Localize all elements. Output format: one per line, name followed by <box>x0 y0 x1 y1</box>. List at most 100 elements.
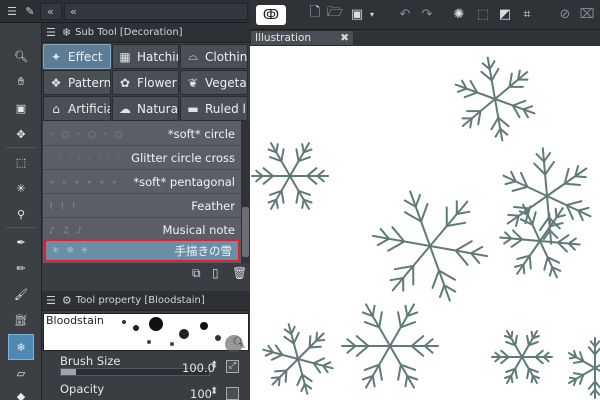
stepper-icon[interactable]: ⬍ <box>210 360 218 371</box>
eraser-icon[interactable]: ▱ <box>10 362 32 384</box>
wrench-icon: ⚙ <box>61 294 72 307</box>
flower-icon: ✿ <box>119 75 131 90</box>
snowflake-icon <box>454 56 536 142</box>
brush-stroke-preview: ♪ ♫ ♪ <box>49 226 85 236</box>
open-folder-icon[interactable]: 🗁 <box>326 5 344 23</box>
snowflake-icon <box>568 337 600 399</box>
trash-icon[interactable]: 🗑︎ <box>232 266 248 282</box>
transform-icon[interactable]: ⬚ <box>474 5 492 23</box>
natural-icon: ☁ <box>119 101 131 116</box>
tool-divider <box>6 147 36 148</box>
scrollbar-thumb[interactable] <box>242 207 249 257</box>
close-icon[interactable]: ✖ <box>340 31 349 45</box>
zoom-icon[interactable]: 🔍︎ <box>232 336 246 349</box>
drawing-canvas[interactable] <box>250 46 600 400</box>
copy-subtool-icon[interactable]: ⧉ <box>192 266 208 282</box>
eyedropper-icon[interactable]: ⚲ <box>10 203 32 225</box>
airbrush-icon[interactable]: ⛽︎ <box>10 309 32 331</box>
collapse-button[interactable]: « <box>40 3 62 20</box>
pressure-settings-icon[interactable]: ⤢ <box>226 360 239 373</box>
brush-item[interactable]: ◦ ○ ◦ ○ ◦ ○ *soft* circle <box>43 123 241 146</box>
panel-menu-icon[interactable]: ☰ <box>46 26 56 39</box>
undo-icon[interactable]: ↶ <box>396 5 414 23</box>
blend-tool-icon[interactable]: ◆ <box>10 385 32 400</box>
brush-item[interactable]: · · · · · · · · Glitter circle cross <box>43 147 241 170</box>
loading-icon[interactable]: ✺ <box>450 5 468 23</box>
tool-column: 🔍︎ ✋︎ ▣ ✥ ⬚ ✳ ⚲ ✒ ✏ 🖌︎ ⛽︎ ❄ ▱ ◆ <box>0 23 42 400</box>
brush-label: *soft* circle <box>167 127 235 141</box>
chevron-down-icon[interactable]: ▾ <box>368 5 376 23</box>
clear-selection-icon[interactable]: ⊘ <box>556 5 574 23</box>
group-ruled-line[interactable]: ▬ Ruled line <box>180 96 248 121</box>
group-clothing[interactable]: ⌓ Clothing <box>180 44 248 69</box>
brush-label: 手描きの雪 <box>174 244 233 258</box>
document-tab[interactable]: Illustration ✖ <box>250 30 354 46</box>
group-label: Pattern <box>68 75 111 90</box>
object-tool-icon[interactable]: ▣ <box>10 97 32 119</box>
subtool-title: Sub Tool [Decoration] <box>75 27 183 38</box>
app-logo-icon[interactable]: ↂ <box>256 5 286 25</box>
group-label: Artificial <box>68 101 110 116</box>
snowflake-icon <box>371 190 489 302</box>
pencil-icon[interactable]: ✏ <box>10 257 32 279</box>
redo-icon[interactable]: ↷ <box>418 5 436 23</box>
crop-icon[interactable]: ⌧ <box>578 5 596 23</box>
selection-tool-icon[interactable]: ⬚ <box>10 151 32 173</box>
vegetation-icon: ❦ <box>187 75 199 90</box>
select-all-icon[interactable]: ⌗ <box>518 5 536 23</box>
zoom-tool-icon[interactable]: 🔍︎ <box>10 45 32 67</box>
save-icon[interactable]: ▣ <box>348 5 366 23</box>
command-bar: ↂ 🗋 🗁 ▣ ▾ ↶ ↷ ✺ ⬚ ◩ ⌗ ⊘ ⌧ <box>250 0 600 30</box>
brush-tip-preview: Bloodstain 🔍︎ <box>43 313 249 352</box>
pen-tool-icon[interactable]: ✎ <box>22 4 38 19</box>
group-artificial[interactable]: ⌂ Artificial <box>43 96 111 121</box>
collapse-button-wide[interactable]: « <box>64 3 248 20</box>
brush-item-selected[interactable]: ✳ ❄ ✳ 手描きの雪 <box>44 239 240 262</box>
decoration-tool-icon[interactable]: ❄ <box>8 334 34 360</box>
stepper-icon[interactable]: ⬍ <box>210 386 218 397</box>
brush-label: Musical note <box>162 223 235 237</box>
group-flower[interactable]: ✿ Flower <box>112 70 179 95</box>
brush-stroke-preview: ∘ ∘ ∘ ∘ ∘ ∘ <box>49 178 120 188</box>
tool-divider <box>6 227 36 228</box>
magic-wand-icon[interactable]: ✳ <box>10 177 32 199</box>
tool-property-header: ☰ ⚙ Tool property [Bloodstain] <box>42 291 250 311</box>
brush-icon[interactable]: 🖌︎ <box>10 283 32 305</box>
move-tool-icon[interactable]: ✥ <box>10 123 32 145</box>
hand-tool-icon[interactable]: ✋︎ <box>10 71 32 93</box>
brush-list-scrollbar[interactable] <box>241 121 250 263</box>
new-file-icon[interactable]: 🗋 <box>306 5 324 23</box>
brush-stroke-preview: ⌇ ⌇ ⌇ <box>49 202 78 212</box>
group-vegetation[interactable]: ❦ Vegetation <box>180 70 248 95</box>
snowflake-icon <box>341 303 439 389</box>
group-hatching[interactable]: ▦ Hatching <box>112 44 179 69</box>
group-label: Flower <box>137 75 177 90</box>
ruled-line-icon: ▬ <box>187 101 199 116</box>
new-subtool-icon[interactable]: ▯ <box>212 266 228 282</box>
fill-icon[interactable]: ◩ <box>496 5 514 23</box>
group-label: Effect <box>68 49 103 64</box>
brush-item[interactable]: ⌇ ⌇ ⌇ Feather <box>43 195 241 218</box>
panel-menu-icon[interactable]: ☰ <box>46 294 56 307</box>
group-effect[interactable]: ✦ Effect <box>43 44 111 69</box>
hatching-icon: ▦ <box>119 49 131 64</box>
brush-stroke-preview: ✳ ❄ ✳ <box>52 246 91 256</box>
snowflake-icon <box>262 323 334 395</box>
group-pattern[interactable]: ❖ Pattern <box>43 70 111 95</box>
opacity-value[interactable]: 100 <box>190 387 212 400</box>
panel-menu-icon[interactable]: ☰ <box>4 4 20 19</box>
pattern-icon: ❖ <box>50 75 62 90</box>
group-natural[interactable]: ☁ Natural <box>112 96 179 121</box>
pen-icon[interactable]: ✒ <box>10 231 32 253</box>
artificial-icon: ⌂ <box>52 101 60 116</box>
tool-property-panel: ☰ ⚙ Tool property [Bloodstain] Bloodstai… <box>42 291 250 400</box>
brush-stroke-preview: ◦ ○ ◦ ○ ◦ ○ <box>49 130 125 140</box>
brush-item[interactable]: ∘ ∘ ∘ ∘ ∘ ∘ *soft* pentagonal <box>43 171 241 194</box>
collapse-left-icon: « <box>47 5 54 18</box>
group-label: Ruled line <box>205 101 247 116</box>
opacity-checkbox[interactable] <box>226 387 239 400</box>
snowflake-icon <box>491 330 553 384</box>
effect-icon: ✦ <box>50 49 62 64</box>
opacity-label: Opacity <box>60 382 105 396</box>
bloodstain-preview-icon <box>122 317 243 352</box>
